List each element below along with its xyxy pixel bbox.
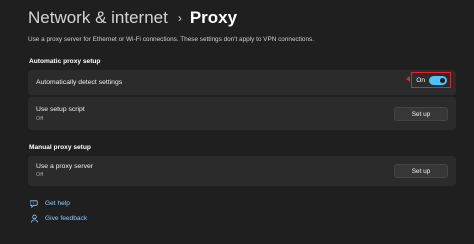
auto-detect-state-label: On bbox=[416, 76, 425, 84]
get-help-label: Get help bbox=[45, 200, 70, 207]
proxy-server-setup-button[interactable]: Set up bbox=[394, 164, 448, 178]
breadcrumb-separator-icon: › bbox=[177, 11, 182, 25]
auto-detect-highlight: On bbox=[411, 72, 451, 88]
setup-script-button[interactable]: Set up bbox=[394, 107, 448, 121]
setting-proxy-server: Use a proxy server Off Set up bbox=[28, 156, 456, 186]
auto-detect-toggle[interactable] bbox=[429, 75, 447, 85]
auto-detect-label: Automatically detect settings bbox=[36, 79, 123, 86]
proxy-server-label: Use a proxy server bbox=[36, 163, 94, 170]
setting-setup-script: Use setup script Off Set up bbox=[28, 97, 456, 130]
setup-script-label: Use setup script bbox=[36, 106, 85, 113]
setup-script-status: Off bbox=[36, 116, 44, 122]
section-title-automatic: Automatic proxy setup bbox=[29, 58, 101, 65]
setting-auto-detect: Automatically detect settings On bbox=[28, 70, 456, 95]
breadcrumb: Network & internet › Proxy bbox=[28, 8, 237, 28]
section-title-manual: Manual proxy setup bbox=[29, 144, 91, 151]
get-help-link[interactable]: Get help bbox=[30, 199, 70, 208]
give-feedback-label: Give feedback bbox=[45, 215, 88, 222]
highlight-arrow-icon bbox=[406, 76, 410, 82]
proxy-server-status: Off bbox=[36, 172, 44, 178]
feedback-icon bbox=[30, 214, 39, 223]
help-icon bbox=[30, 200, 38, 208]
breadcrumb-network-internet[interactable]: Network & internet bbox=[28, 8, 168, 28]
toggle-knob bbox=[440, 77, 445, 83]
give-feedback-link[interactable]: Give feedback bbox=[30, 214, 87, 223]
page-description: Use a proxy server for Ethernet or Wi-Fi… bbox=[28, 36, 314, 43]
page-title: Proxy bbox=[189, 8, 238, 27]
proxy-settings-page: Network & internet › Proxy Use a proxy s… bbox=[0, 0, 474, 244]
